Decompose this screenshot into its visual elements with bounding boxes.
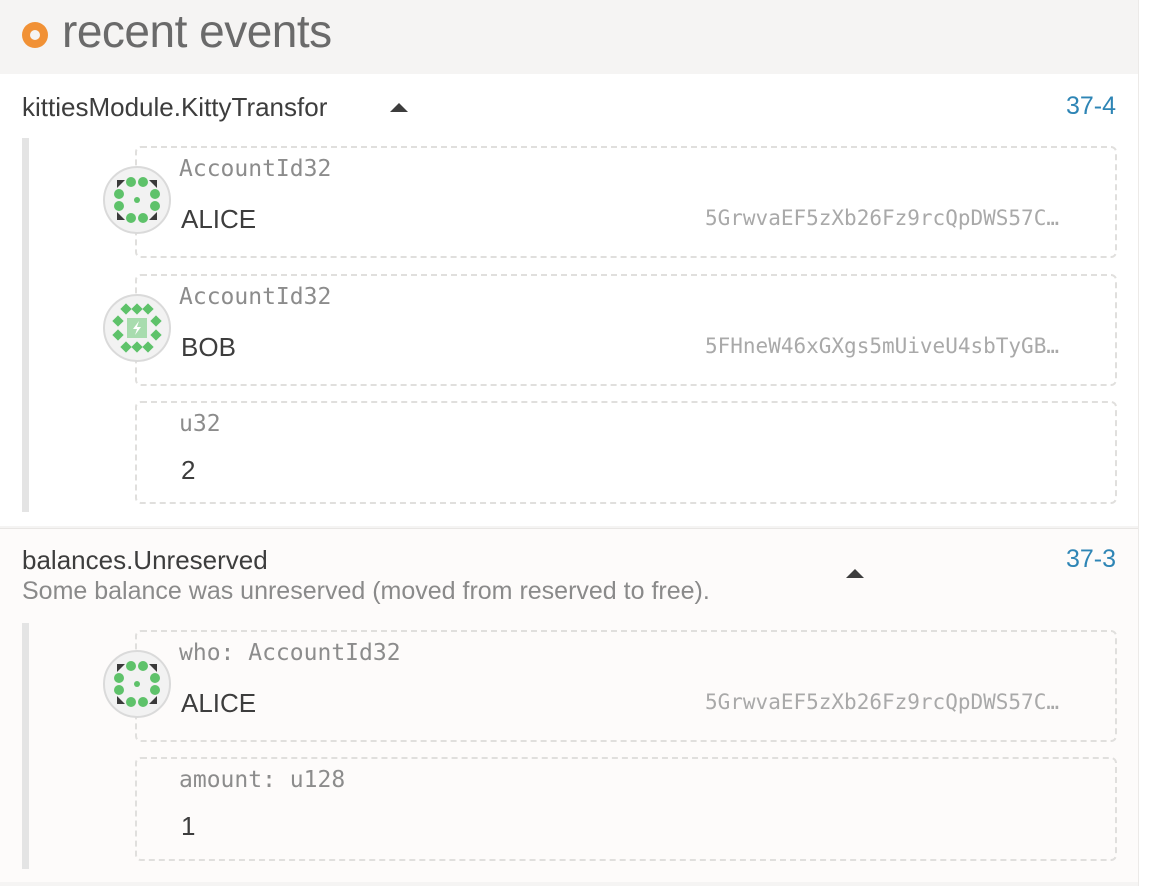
param-type-label: u32 — [179, 411, 221, 437]
account-name: ALICE — [181, 688, 257, 718]
scrollbar[interactable] — [1138, 0, 1156, 886]
param-value: 1 — [181, 811, 196, 841]
param-account: who: AccountId32 ALICE 5GrwvaEF5zXb26Fz9… — [103, 630, 1117, 742]
bob-identicon-icon[interactable] — [103, 294, 171, 362]
event-name: balances.Unreserved — [22, 545, 268, 575]
param-account: AccountId32 BOB 5FHneW46xGXgs5mUiveU4sbT… — [103, 274, 1117, 386]
event-item[interactable]: kittiesModule.KittyTransfor 37-4 Account… — [0, 74, 1138, 526]
event-description: Some balance was unreserved (moved from … — [22, 577, 710, 605]
page-title: recent events — [62, 5, 332, 57]
param-type-label: who: AccountId32 — [179, 640, 401, 666]
param-account: AccountId32 ALICE 5GrwvaEF5zXb26Fz9rcQpD… — [103, 146, 1117, 258]
account-name: BOB — [181, 332, 236, 362]
param-value-box: u32 2 — [135, 401, 1117, 504]
alice-identicon-icon[interactable] — [103, 650, 171, 718]
alice-identicon-icon[interactable] — [103, 166, 171, 234]
param-type-label: AccountId32 — [179, 156, 332, 182]
caret-up-icon[interactable] — [390, 103, 408, 112]
account-address[interactable]: 5GrwvaEF5zXb26Fz9rcQpDWS57C… — [705, 206, 1059, 230]
status-dot-icon — [22, 22, 48, 48]
param-type-label: AccountId32 — [179, 284, 332, 310]
params-rule — [22, 623, 29, 869]
event-name: kittiesModule.KittyTransfor — [22, 92, 328, 122]
param-type-label: amount: u128 — [179, 767, 346, 793]
account-address[interactable]: 5FHneW46xGXgs5mUiveU4sbTyGB… — [705, 334, 1059, 358]
caret-up-icon[interactable] — [846, 569, 864, 578]
param-value-box: amount: u128 1 — [135, 757, 1117, 861]
event-item[interactable]: balances.Unreserved Some balance was unr… — [0, 528, 1138, 882]
event-id-link[interactable]: 37-3 — [1066, 545, 1116, 574]
event-id-link[interactable]: 37-4 — [1066, 92, 1116, 121]
param-value: 2 — [181, 455, 196, 485]
account-address[interactable]: 5GrwvaEF5zXb26Fz9rcQpDWS57C… — [705, 690, 1059, 714]
recent-events-header: recent events — [0, 0, 1138, 68]
params-rule — [22, 138, 29, 512]
account-name: ALICE — [181, 204, 257, 234]
